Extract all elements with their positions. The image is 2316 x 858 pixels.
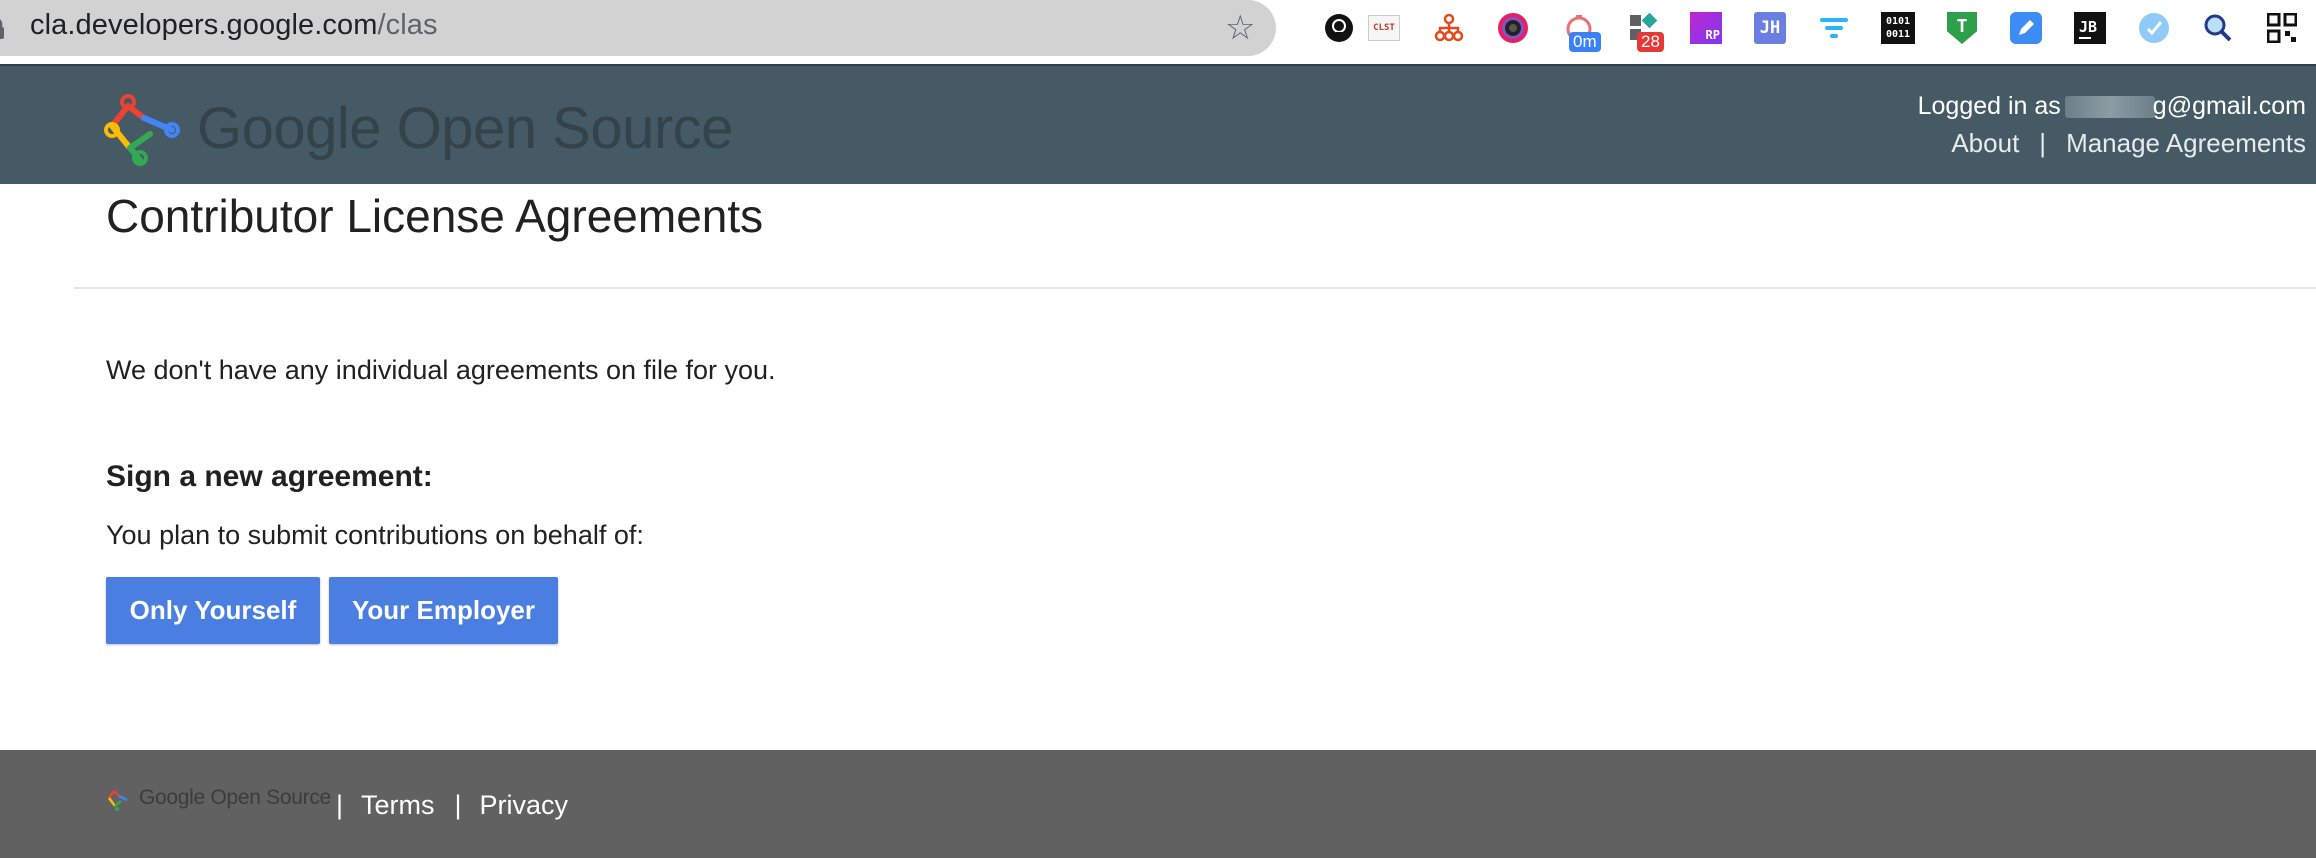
- url-text[interactable]: cla.developers.google.com/clas: [30, 9, 438, 42]
- clst-label: CLST: [1368, 15, 1400, 41]
- jh-label: JH: [1754, 12, 1786, 44]
- url-host: cla.developers.google.com: [30, 9, 378, 41]
- pen-icon[interactable]: [2008, 10, 2044, 46]
- browser-toolbar: cla.developers.google.com/clas ☆ CLST 0m…: [0, 0, 2316, 64]
- footer-separator: |: [454, 790, 462, 820]
- terms-link[interactable]: Terms: [361, 790, 435, 820]
- timer-icon[interactable]: 0m: [1561, 10, 1601, 52]
- manage-agreements-link[interactable]: Manage Agreements: [2066, 128, 2306, 158]
- logged-in-prefix: Logged in as: [1917, 92, 2061, 120]
- footer-separator: |: [336, 790, 344, 820]
- jb-label: JB: [2079, 17, 2098, 36]
- shield-t-label: T: [1947, 12, 1977, 44]
- site-header: Google Open Source Logged in as g@gmail.c…: [0, 64, 2316, 184]
- google-open-source-logo-icon[interactable]: [104, 90, 180, 166]
- about-link[interactable]: About: [1951, 128, 2019, 158]
- footer-links: | Terms | Privacy: [336, 790, 568, 821]
- title-divider: [74, 287, 2316, 289]
- clst-icon[interactable]: CLST: [1366, 10, 1402, 46]
- filter-icon[interactable]: [1816, 10, 1852, 46]
- redacted-email-block: [2064, 96, 2155, 119]
- rp-icon[interactable]: RP: [1688, 10, 1724, 46]
- only-yourself-button[interactable]: Only Yourself: [106, 577, 320, 644]
- site-logo-text[interactable]: Google Open Source: [197, 96, 733, 162]
- page-title: Contributor License Agreements: [106, 190, 764, 242]
- lock-icon[interactable]: [0, 18, 6, 40]
- github-icon[interactable]: [1321, 10, 1357, 46]
- magnifier-icon[interactable]: [2200, 10, 2236, 46]
- rp-label: RP: [1690, 12, 1722, 44]
- jb-icon[interactable]: JB: [2072, 10, 2108, 46]
- sign-new-agreement-heading: Sign a new agreement:: [106, 460, 433, 493]
- sitemap-icon[interactable]: [1431, 10, 1467, 46]
- bookmark-star-icon[interactable]: ☆: [1225, 10, 1255, 46]
- your-employer-button[interactable]: Your Employer: [329, 577, 558, 644]
- logo-google-text: Google: [197, 96, 382, 161]
- privacy-link[interactable]: Privacy: [480, 790, 569, 820]
- camera-circle-icon[interactable]: [1495, 10, 1531, 46]
- apps-icon[interactable]: 28: [1625, 10, 1664, 52]
- url-path: /clas: [377, 9, 438, 41]
- check-circle-icon[interactable]: [2136, 10, 2172, 46]
- binary-label: 0101 0011: [1881, 12, 1915, 44]
- contribution-prompt: You plan to submit contributions on beha…: [106, 520, 644, 550]
- logo-open-source-text: Open Source: [381, 96, 734, 161]
- qr-icon[interactable]: [2264, 10, 2300, 46]
- no-agreements-notice: We don't have any individual agreements …: [106, 355, 776, 385]
- apps-badge: 28: [1637, 32, 1664, 52]
- jh-icon[interactable]: JH: [1752, 10, 1788, 46]
- address-bar[interactable]: cla.developers.google.com/clas: [0, 0, 1276, 56]
- logged-in-email: g@gmail.com: [2152, 92, 2306, 120]
- footer-logo-text[interactable]: Google Open Source: [139, 786, 331, 810]
- nav-separator: |: [2039, 128, 2047, 158]
- header-nav: About | Manage Agreements: [1951, 128, 2306, 159]
- logged-in-status: Logged in as g@gmail.com: [1918, 92, 2306, 121]
- shield-t-icon[interactable]: T: [1944, 10, 1980, 46]
- timer-badge: 0m: [1569, 32, 1601, 52]
- footer-logo-icon[interactable]: [106, 787, 130, 811]
- site-footer: Google Open Source | Terms | Privacy: [0, 750, 2316, 858]
- binary-icon[interactable]: 0101 0011: [1880, 10, 1916, 46]
